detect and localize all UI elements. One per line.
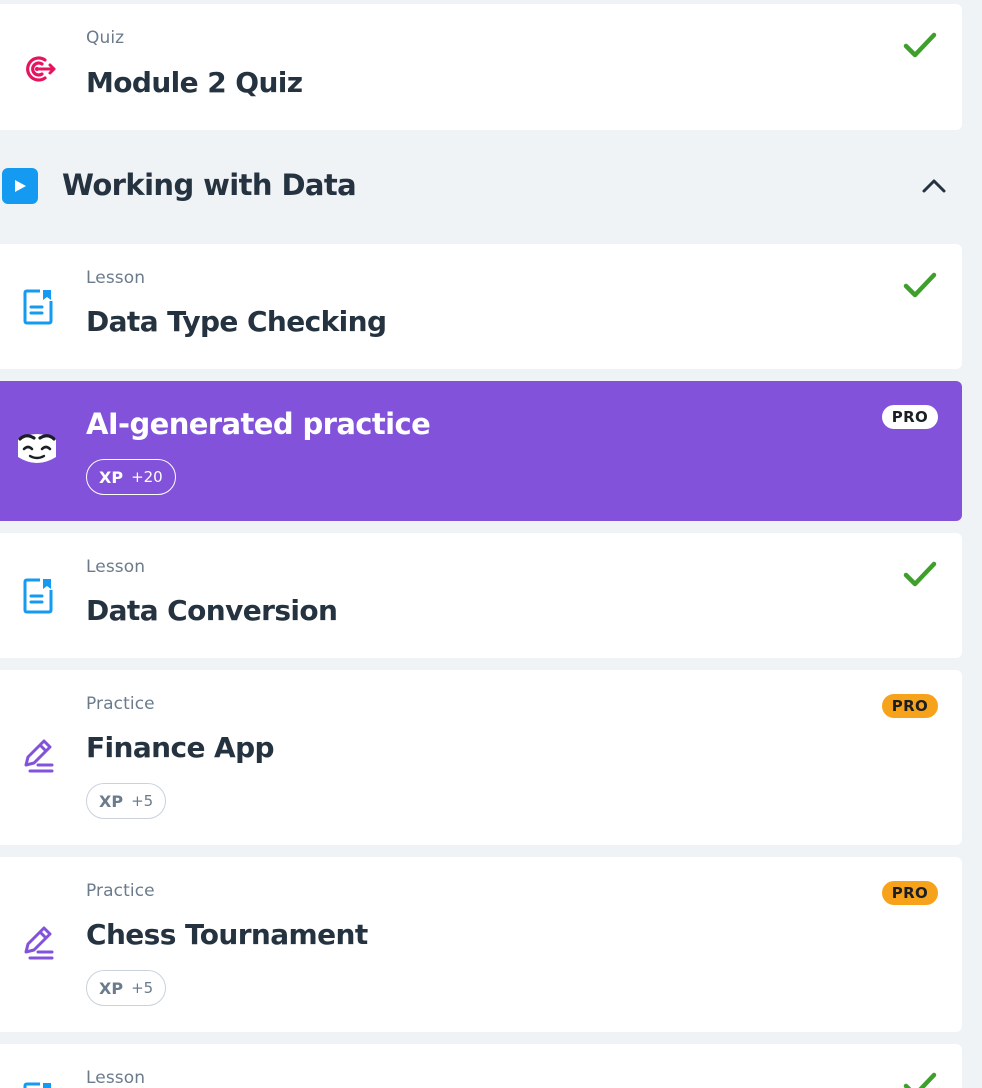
xp-label: XP	[99, 791, 124, 811]
pro-badge: PRO	[881, 694, 938, 718]
item-type-label: Lesson	[86, 1068, 146, 1088]
section-header-working-with-data[interactable]: Working with Data	[0, 158, 962, 218]
ai-mascot-icon	[14, 429, 60, 469]
quiz-item-module-2[interactable]: Quiz Module 2 Quiz	[0, 4, 962, 130]
xp-label: XP	[99, 467, 124, 487]
item-type-label: Lesson	[86, 268, 146, 288]
pencil-icon	[18, 735, 58, 775]
checkmark-icon	[903, 1072, 937, 1088]
pro-badge: PRO	[881, 405, 938, 429]
item-title: Module 2 Quiz	[86, 66, 303, 99]
lesson-document-icon	[18, 1080, 58, 1088]
item-title: Chess Tournament	[86, 918, 368, 951]
xp-reward-badge: XP +5	[86, 783, 167, 819]
item-title: Finance App	[86, 731, 275, 764]
xp-value: +5	[131, 979, 154, 997]
xp-value: +5	[131, 792, 154, 810]
xp-value: +20	[131, 468, 163, 486]
item-title: AI-generated practice	[86, 407, 431, 441]
item-type-label: Quiz	[86, 28, 125, 48]
play-icon	[2, 168, 38, 204]
item-title: Data Conversion	[86, 594, 338, 627]
ai-generated-practice-item[interactable]: AI-generated practice XP +20 PRO	[0, 381, 962, 521]
lesson-item-data-type-checking[interactable]: Lesson Data Type Checking	[0, 244, 962, 369]
lesson-item-partial[interactable]: Lesson	[0, 1044, 962, 1088]
course-content-list: Quiz Module 2 Quiz Working with Data Les…	[0, 0, 982, 1088]
item-type-label: Practice	[86, 694, 155, 714]
checkmark-icon	[903, 32, 937, 58]
target-icon	[18, 49, 58, 89]
lesson-document-icon	[18, 287, 58, 327]
lesson-document-icon	[18, 576, 58, 616]
chevron-up-icon[interactable]	[920, 172, 948, 200]
pro-badge: PRO	[881, 881, 938, 905]
checkmark-icon	[903, 272, 937, 298]
checkmark-icon	[903, 561, 937, 587]
practice-item-finance-app[interactable]: Practice Finance App XP +5 PRO	[0, 670, 962, 845]
item-title: Data Type Checking	[86, 305, 387, 338]
lesson-item-data-conversion[interactable]: Lesson Data Conversion	[0, 533, 962, 658]
practice-item-chess-tournament[interactable]: Practice Chess Tournament XP +5 PRO	[0, 857, 962, 1032]
xp-reward-badge: XP +20	[86, 459, 176, 495]
xp-label: XP	[99, 978, 124, 998]
xp-reward-badge: XP +5	[86, 970, 167, 1006]
section-title: Working with Data	[62, 168, 357, 202]
item-type-label: Lesson	[86, 557, 146, 577]
pencil-icon	[18, 922, 58, 962]
item-type-label: Practice	[86, 881, 155, 901]
